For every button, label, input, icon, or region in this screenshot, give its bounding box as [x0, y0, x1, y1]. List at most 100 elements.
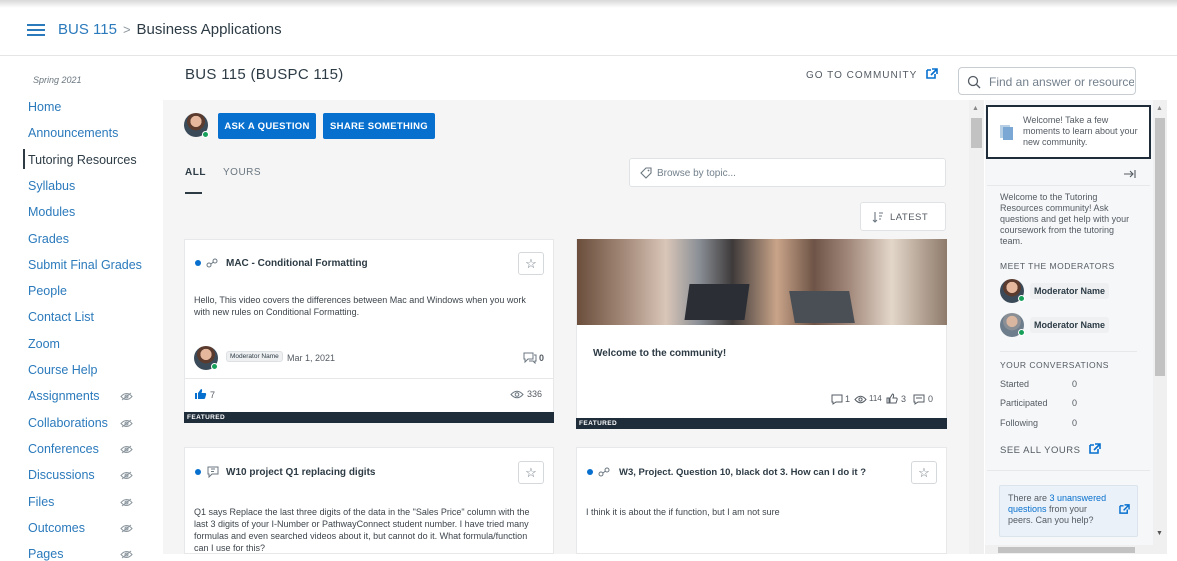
sidebar-divider: [1000, 351, 1137, 352]
post-title[interactable]: Welcome to the community!: [593, 348, 726, 359]
sidebar-divider: [987, 185, 1150, 186]
sidebar-scrollbar-thumb[interactable]: [1155, 118, 1165, 376]
sidebar-item-outcomes[interactable]: Outcomes: [28, 521, 85, 535]
sidebar-item-announcements[interactable]: Announcements: [28, 126, 118, 140]
sidebar-item-pages[interactable]: Pages: [28, 547, 63, 561]
like-count: 7: [210, 390, 216, 400]
tab-all[interactable]: ALL: [185, 167, 206, 178]
image-laptop: [789, 291, 855, 323]
sidebar-item-tutoring-resources[interactable]: Tutoring Resources: [28, 153, 137, 167]
tab-yours[interactable]: YOURS: [223, 167, 261, 178]
community-intro: Welcome to the Tutoring Resources commun…: [1000, 192, 1130, 246]
conversations-heading: YOUR CONVERSATIONS: [1000, 360, 1109, 370]
comment-icon: [831, 394, 843, 405]
favorite-star-icon[interactable]: ☆: [518, 461, 544, 484]
views-icon: [510, 390, 524, 399]
post-title[interactable]: W3, Project. Question 10, black dot 3. H…: [619, 467, 866, 478]
sort-label: LATEST: [890, 212, 929, 223]
hidden-eye-icon: [120, 419, 133, 428]
post-date: Mar 1, 2021: [287, 353, 336, 363]
browse-placeholder: Browse by topic...: [657, 168, 736, 179]
share-something-button[interactable]: SHARE SOMETHING: [323, 113, 435, 139]
unanswered-text: There are 3 unanswered questions from yo…: [1008, 493, 1112, 526]
breadcrumb-separator: >: [122, 22, 131, 37]
online-status-icon: [202, 131, 209, 138]
welcome-text: Welcome! Take a few moments to learn abo…: [1023, 115, 1138, 147]
search-placeholder: Find an answer or resource: [989, 75, 1134, 89]
post-title[interactable]: MAC - Conditional Formatting: [226, 258, 368, 269]
sidebar-item-grades[interactable]: Grades: [28, 232, 69, 246]
unread-dot: [195, 260, 201, 266]
scroll-up-icon[interactable]: ▲: [1156, 105, 1163, 112]
menu-icon[interactable]: [27, 24, 45, 36]
sidebar-item-course-help[interactable]: Course Help: [28, 363, 97, 377]
sidebar-item-zoom[interactable]: Zoom: [28, 337, 60, 351]
hidden-eye-icon: [120, 471, 133, 480]
unanswered-questions-box: There are 3 unanswered questions from yo…: [999, 485, 1138, 537]
sidebar-h-scrollbar-thumb[interactable]: [998, 547, 1135, 553]
content-scrollbar-thumb[interactable]: [971, 118, 982, 148]
online-status-icon: [1018, 295, 1025, 302]
community-title: BUS 115 (BUSPC 115): [185, 66, 344, 83]
participated-label: Participated: [1000, 398, 1048, 408]
sidebar-item-modules[interactable]: Modules: [28, 205, 75, 219]
post-body: Q1 says Replace the last three digits of…: [194, 507, 530, 553]
active-tab-underline: [185, 192, 202, 194]
following-count: 0: [1072, 418, 1078, 428]
sidebar-item-home[interactable]: Home: [28, 100, 61, 114]
sidebar-item-submit-final-grades[interactable]: Submit Final Grades: [28, 258, 142, 272]
sort-icon: [872, 212, 883, 223]
breadcrumb-course-link[interactable]: BUS 115: [58, 21, 117, 38]
external-link-icon: [1088, 443, 1101, 454]
participated-count: 0: [1072, 398, 1078, 408]
sort-latest-button[interactable]: LATEST: [860, 202, 946, 231]
reply-icon: [913, 394, 925, 405]
browse-topic-input[interactable]: Browse by topic...: [629, 158, 946, 187]
post-title[interactable]: W10 project Q1 replacing digits: [226, 467, 375, 478]
sidebar-item-assignments[interactable]: Assignments: [28, 389, 100, 403]
welcome-tour-card[interactable]: Welcome! Take a few moments to learn abo…: [986, 105, 1151, 159]
window-shadow: [0, 0, 1177, 8]
started-label: Started: [1000, 379, 1030, 389]
sidebar-item-files[interactable]: Files: [28, 495, 54, 509]
external-link-icon: [926, 68, 938, 79]
search-icon: [967, 75, 981, 89]
external-link-icon[interactable]: [1119, 504, 1130, 514]
sidebar-item-contact-list[interactable]: Contact List: [28, 310, 94, 324]
scroll-down-icon[interactable]: ▼: [1156, 530, 1163, 537]
moderator-name[interactable]: Moderator Name: [1030, 283, 1110, 299]
online-status-icon: [211, 363, 218, 370]
favorite-star-icon[interactable]: ☆: [518, 252, 544, 275]
post-card[interactable]: [576, 447, 947, 554]
see-all-label: SEE ALL YOURS: [1000, 445, 1081, 456]
hidden-eye-icon: [120, 392, 133, 401]
see-all-yours-link[interactable]: SEE ALL YOURS: [1000, 443, 1101, 456]
sidebar-item-syllabus[interactable]: Syllabus: [28, 179, 75, 193]
share-post-icon: [598, 467, 610, 477]
unread-dot: [195, 469, 201, 475]
active-indicator: [23, 149, 25, 169]
sidebar-item-discussions[interactable]: Discussions: [28, 468, 95, 482]
online-status-icon: [1018, 329, 1025, 336]
thumbs-up-icon[interactable]: [194, 388, 207, 400]
moderator-name[interactable]: Moderator Name: [1030, 317, 1110, 333]
favorite-star-icon[interactable]: ☆: [911, 461, 937, 484]
collapse-panel-icon[interactable]: [1123, 169, 1137, 179]
sidebar-item-people[interactable]: People: [28, 284, 67, 298]
content-scrollbar[interactable]: [969, 100, 984, 554]
post-body: Hello, This video covers the differences…: [194, 295, 526, 317]
scroll-up-icon[interactable]: ▲: [972, 105, 979, 112]
go-to-community-label: GO TO COMMUNITY: [806, 70, 918, 81]
community-search-input[interactable]: Find an answer or resource: [958, 67, 1136, 95]
author-name[interactable]: Moderator Name: [226, 351, 283, 362]
hidden-eye-icon: [120, 498, 133, 507]
go-to-community-link[interactable]: GO TO COMMUNITY: [806, 68, 938, 81]
ask-question-button[interactable]: ASK A QUESTION: [218, 113, 316, 139]
sidebar-item-collaborations[interactable]: Collaborations: [28, 416, 108, 430]
sidebar-item-conferences[interactable]: Conferences: [28, 442, 99, 456]
book-icon: [1000, 125, 1013, 140]
hidden-eye-icon: [120, 445, 133, 454]
like-count: 3: [901, 394, 907, 404]
comment-icon: [523, 352, 537, 364]
thumbs-up-icon[interactable]: [886, 393, 898, 404]
